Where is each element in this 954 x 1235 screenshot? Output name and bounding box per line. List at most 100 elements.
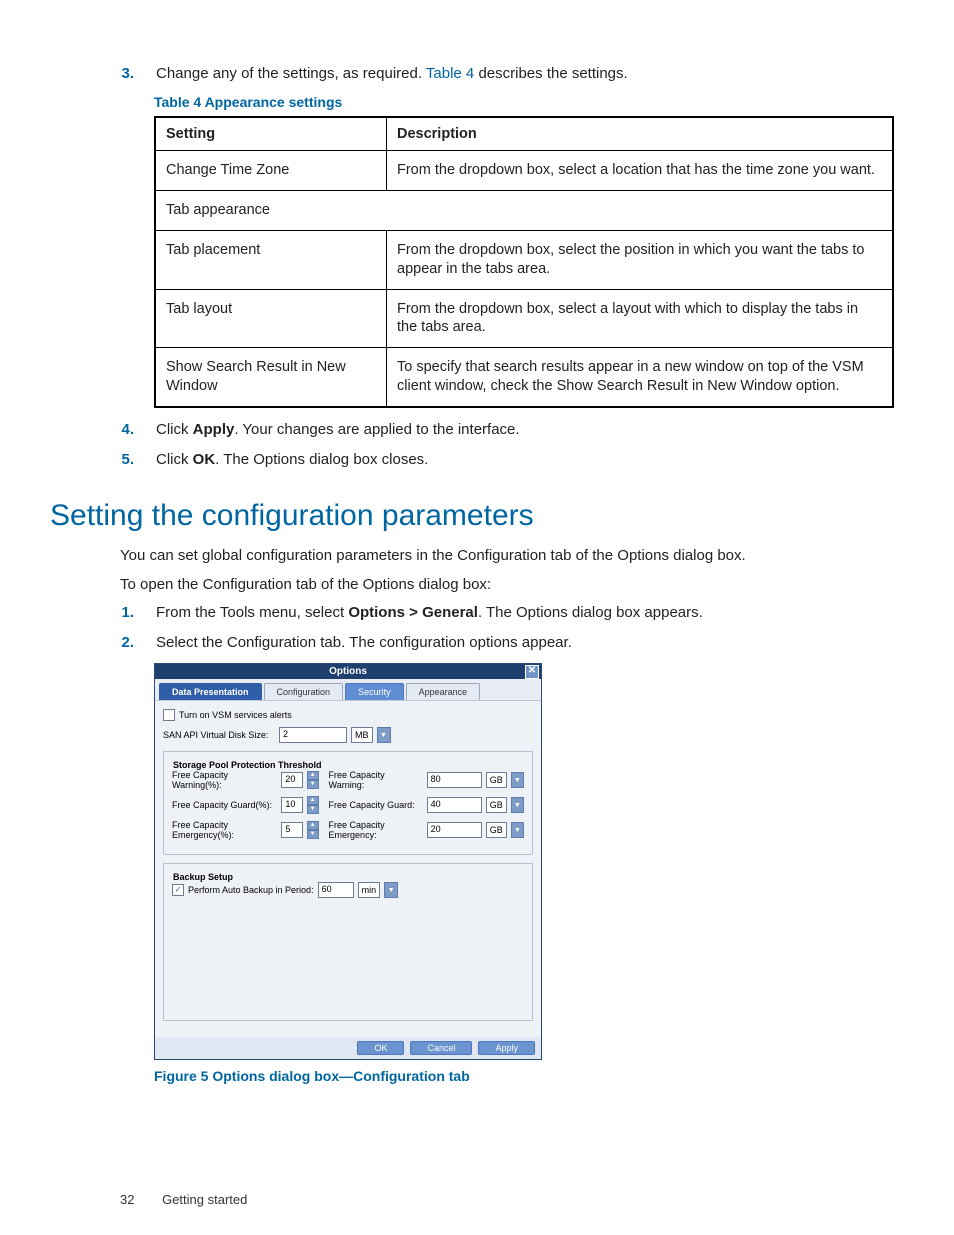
- chevron-down-icon[interactable]: ▼: [511, 822, 524, 838]
- options-dialog: Options ✕ Data Presentation Configuratio…: [154, 663, 542, 1060]
- table-row: Change Time Zone From the dropdown box, …: [155, 151, 893, 191]
- chevron-up-icon[interactable]: ▲: [307, 796, 319, 805]
- step-text-bold: OK: [193, 451, 216, 468]
- cell-description: To specify that search results appear in…: [387, 348, 894, 407]
- auto-backup-label: Perform Auto Backup in Period:: [188, 885, 314, 895]
- step-text: Select the Configuration tab. The config…: [146, 633, 894, 653]
- vdisk-size-label: SAN API Virtual Disk Size:: [163, 730, 275, 740]
- dialog-tabs: Data Presentation Configuration Security…: [155, 679, 541, 701]
- chevron-down-icon[interactable]: ▼: [377, 727, 391, 743]
- table-row: Tab appearance: [155, 191, 893, 231]
- auto-backup-checkbox[interactable]: ✓: [172, 884, 184, 896]
- guard-pct-label: Free Capacity Guard(%):: [172, 800, 277, 810]
- vdisk-size-input[interactable]: 2: [279, 727, 347, 743]
- cell-setting: Show Search Result in New Window: [155, 348, 387, 407]
- step-number: 4.: [121, 421, 134, 438]
- cell-description: From the dropdown box, select a location…: [387, 151, 894, 191]
- table-row: Show Search Result in New Window To spec…: [155, 348, 893, 407]
- page-footer: 32 Getting started: [120, 1192, 247, 1207]
- step-text: Change any of the settings, as required.: [156, 65, 426, 82]
- warning-pct-spinner[interactable]: ▲▼: [307, 771, 319, 789]
- guard-abs-input[interactable]: 40: [427, 797, 482, 813]
- step-number: 3.: [121, 65, 134, 82]
- chevron-down-icon[interactable]: ▼: [307, 830, 319, 839]
- table-row: Tab layout From the dropdown box, select…: [155, 289, 893, 348]
- warning-pct-label: Free Capacity Warning(%):: [172, 770, 277, 790]
- cell-setting: Tab placement: [155, 230, 387, 289]
- warning-pct-input[interactable]: 20: [281, 772, 302, 788]
- cell-description: From the dropdown box, select a layout w…: [387, 289, 894, 348]
- section-heading: Setting the configuration parameters: [50, 499, 894, 533]
- chevron-down-icon[interactable]: ▼: [511, 772, 524, 788]
- step-text-bold: Options > General: [348, 604, 478, 621]
- chevron-down-icon[interactable]: ▼: [511, 797, 524, 813]
- tab-data-presentation[interactable]: Data Presentation: [159, 683, 262, 700]
- tab-security[interactable]: Security: [345, 683, 404, 700]
- warning-unit-select[interactable]: GB: [486, 772, 507, 788]
- vsm-alerts-label: Turn on VSM services alerts: [179, 710, 292, 720]
- cell-description: From the dropdown box, select the positi…: [387, 230, 894, 289]
- backup-setup-fieldset: Backup Setup ✓ Perform Auto Backup in Pe…: [163, 863, 533, 1021]
- close-icon[interactable]: ✕: [525, 665, 539, 679]
- warning-row: Free Capacity Warning(%): 20 ▲▼ Free Cap…: [172, 770, 524, 790]
- guard-pct-input[interactable]: 10: [281, 797, 302, 813]
- cfg-step-1: 1. From the Tools menu, select Options >…: [120, 603, 894, 623]
- col-header-setting: Setting: [155, 117, 387, 151]
- section-paragraph: You can set global configuration paramet…: [120, 545, 894, 566]
- guard-row: Free Capacity Guard(%): 10 ▲▼ Free Capac…: [172, 796, 524, 814]
- guard-pct-spinner[interactable]: ▲▼: [307, 796, 319, 814]
- step-text: From the Tools menu, select: [156, 604, 348, 621]
- table-4-link[interactable]: Table 4: [426, 65, 474, 82]
- table-4-caption: Table 4 Appearance settings: [154, 94, 894, 110]
- backup-unit-select[interactable]: min: [358, 882, 381, 898]
- guard-unit-select[interactable]: GB: [486, 797, 507, 813]
- warning-abs-input[interactable]: 80: [427, 772, 482, 788]
- storage-pool-threshold-fieldset: Storage Pool Protection Threshold Free C…: [163, 751, 533, 855]
- chevron-down-icon[interactable]: ▼: [307, 780, 319, 789]
- step-text: describes the settings.: [474, 65, 627, 82]
- cell-setting: Tab layout: [155, 289, 387, 348]
- chevron-up-icon[interactable]: ▲: [307, 821, 319, 830]
- step-number: 1.: [121, 604, 134, 621]
- cancel-button[interactable]: Cancel: [410, 1041, 472, 1055]
- dialog-title: Options: [329, 666, 367, 677]
- step-3: 3. Change any of the settings, as requir…: [120, 64, 894, 84]
- step-number: 2.: [121, 634, 134, 651]
- appearance-settings-table: Setting Description Change Time Zone Fro…: [154, 116, 894, 408]
- backup-period-input[interactable]: 60: [318, 882, 354, 898]
- cell-setting: Change Time Zone: [155, 151, 387, 191]
- page-number: 32: [120, 1192, 134, 1207]
- warning-abs-label: Free Capacity Warning:: [329, 770, 423, 790]
- figure-5-caption: Figure 5 Options dialog box—Configuratio…: [154, 1068, 894, 1084]
- emergency-abs-input[interactable]: 20: [427, 822, 482, 838]
- step-5: 5. Click OK. The Options dialog box clos…: [120, 450, 894, 470]
- footer-section: Getting started: [162, 1192, 247, 1207]
- fieldset-title: Backup Setup: [170, 872, 236, 882]
- chevron-up-icon[interactable]: ▲: [307, 771, 319, 780]
- dialog-titlebar: Options ✕: [155, 664, 541, 679]
- vdisk-unit-select[interactable]: MB: [351, 727, 373, 743]
- col-header-description: Description: [387, 117, 894, 151]
- ok-button[interactable]: OK: [357, 1041, 404, 1055]
- step-text: . The Options dialog box appears.: [478, 604, 703, 621]
- emergency-abs-label: Free Capacity Emergency:: [329, 820, 423, 840]
- step-4: 4. Click Apply. Your changes are applied…: [120, 420, 894, 440]
- tab-configuration[interactable]: Configuration: [264, 683, 344, 700]
- tab-appearance[interactable]: Appearance: [406, 683, 481, 700]
- step-text: Click: [156, 421, 193, 438]
- vsm-alerts-checkbox[interactable]: [163, 709, 175, 721]
- step-text: . The Options dialog box closes.: [215, 451, 428, 468]
- emergency-row: Free Capacity Emergency(%): 5 ▲▼ Free Ca…: [172, 820, 524, 840]
- chevron-down-icon[interactable]: ▼: [384, 882, 398, 898]
- section-paragraph: To open the Configuration tab of the Opt…: [120, 574, 894, 595]
- table-row: Tab placement From the dropdown box, sel…: [155, 230, 893, 289]
- chevron-down-icon[interactable]: ▼: [307, 805, 319, 814]
- emergency-unit-select[interactable]: GB: [486, 822, 507, 838]
- cell-setting: Tab appearance: [155, 191, 893, 231]
- emergency-pct-spinner[interactable]: ▲▼: [307, 821, 319, 839]
- apply-button[interactable]: Apply: [478, 1041, 535, 1055]
- guard-abs-label: Free Capacity Guard:: [329, 800, 423, 810]
- step-text: . Your changes are applied to the interf…: [234, 421, 519, 438]
- emergency-pct-input[interactable]: 5: [281, 822, 302, 838]
- cfg-step-2: 2. Select the Configuration tab. The con…: [120, 633, 894, 653]
